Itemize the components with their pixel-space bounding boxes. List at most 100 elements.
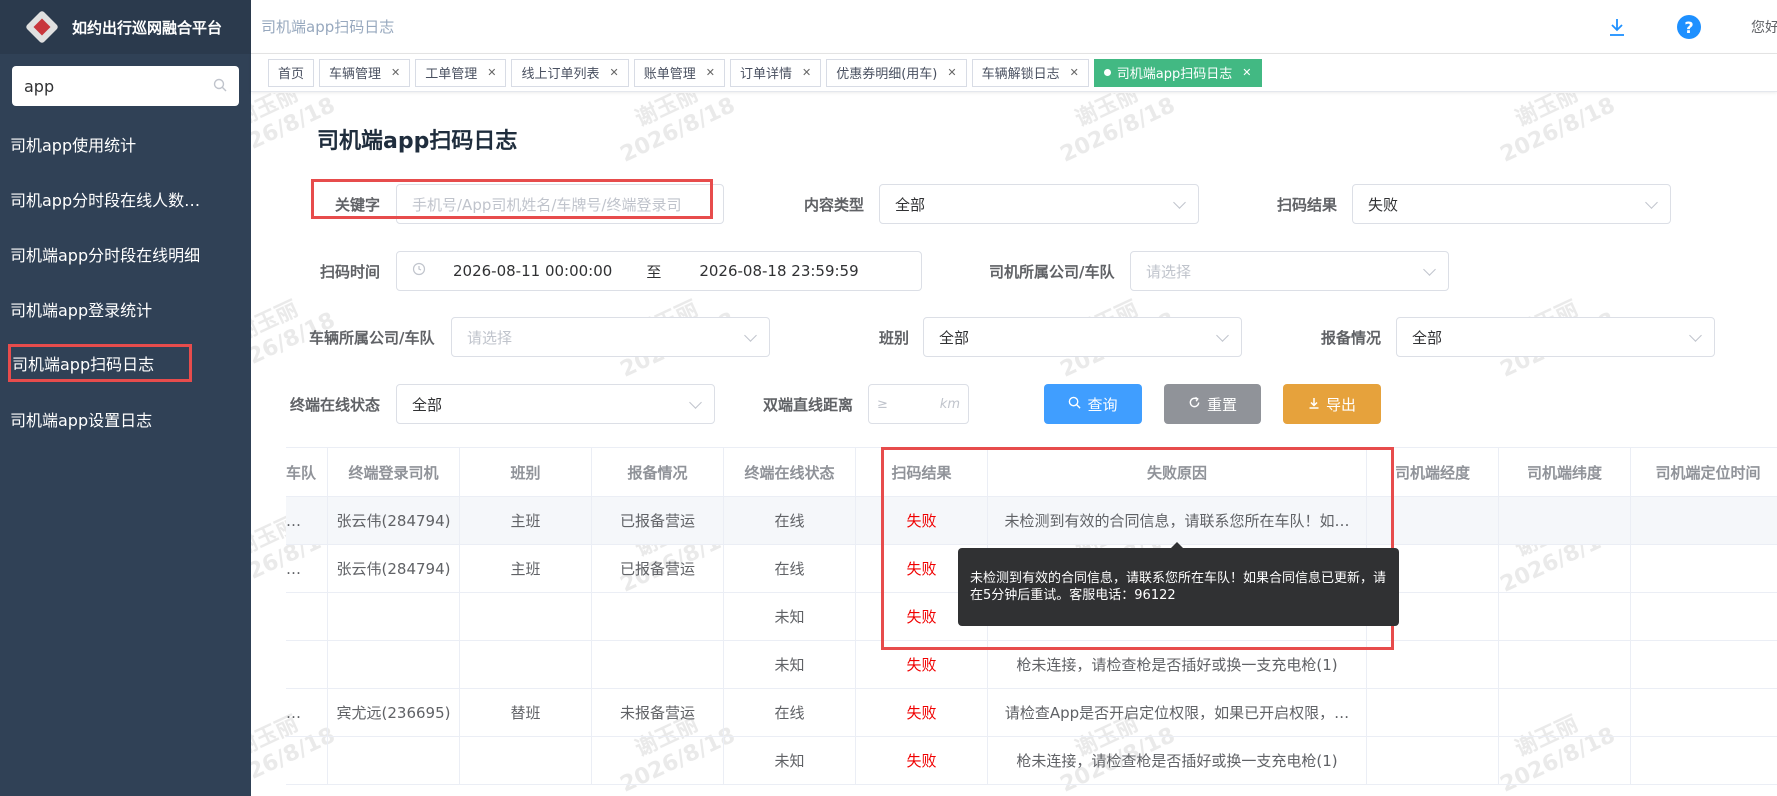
select-value: 失败 [1368, 195, 1399, 214]
tab-bills[interactable]: 账单管理 ✕ [633, 58, 725, 87]
menu-search-input[interactable] [24, 76, 194, 96]
help-icon[interactable]: ? [1677, 15, 1701, 39]
page-title: 司机端app扫码日志 [317, 129, 518, 154]
query-label: 查询 [1087, 395, 1118, 414]
table-cell [286, 641, 328, 688]
shift-select[interactable]: 全部 [923, 317, 1242, 357]
report-select[interactable]: 全部 [1396, 317, 1715, 357]
menu-item-login-stats[interactable]: 司机端app登录统计 [0, 281, 251, 336]
table-cell: 已报备营运 [592, 497, 724, 544]
tab-vehicle[interactable]: 车辆管理 ✕ [319, 58, 411, 87]
table-cell: 未知 [724, 641, 856, 688]
table-cell [1499, 545, 1631, 592]
close-icon[interactable]: ✕ [802, 66, 811, 79]
brand-title: 如约出行巡网融合平台 [72, 18, 223, 37]
vehicle-company-select[interactable]: 请选择 [451, 317, 770, 357]
table-cell [592, 737, 724, 784]
table-cell [328, 593, 460, 640]
table-cell: 失败 [856, 737, 988, 784]
query-button[interactable]: 查询 [1044, 384, 1142, 424]
tooltip-arrow [1171, 542, 1183, 548]
chevron-down-icon [1689, 329, 1702, 342]
tab-unlock-log[interactable]: 车辆解锁日志 ✕ [971, 58, 1089, 87]
column-header: 终端登录司机 [328, 448, 460, 496]
table-row[interactable]: … 宾尤远(236695) 替班 未报备营运 在线 失败 请检查App是否开启定位权限，如果… [286, 689, 1777, 737]
export-button[interactable]: 导出 [1283, 384, 1381, 424]
driver-company-select[interactable]: 请选择 [1130, 251, 1449, 291]
table-cell [1499, 593, 1631, 640]
chevron-down-icon [689, 396, 702, 409]
close-icon[interactable]: ✕ [706, 66, 715, 79]
close-icon[interactable]: ✕ [1070, 66, 1079, 79]
menu-item-online-count[interactable]: 司机app分时段在线人数… [0, 171, 251, 226]
terminal-status-select[interactable]: 全部 [396, 384, 715, 424]
scan-result-select[interactable]: 失败 [1352, 184, 1671, 224]
table-cell: 未知 [724, 593, 856, 640]
header-actions: ? 您好 [1607, 0, 1777, 54]
table-row[interactable]: 未知 失败 枪未连接，请检查枪是否插好或换一支充电枪(1) [286, 737, 1777, 785]
table-cell[interactable]: 枪未连接，请检查枪是否插好或换一支充电枪(1) [988, 737, 1367, 784]
range-start[interactable]: 2026-08-11 00:00:00 [453, 262, 612, 280]
table-cell: … [286, 497, 328, 544]
column-header: 终端在线状态 [724, 448, 856, 496]
select-value: 全部 [939, 328, 970, 347]
tab-label: 订单详情 [739, 67, 792, 82]
table-cell [1367, 689, 1499, 736]
table-cell: 失败 [856, 689, 988, 736]
table-cell [1631, 737, 1777, 784]
table-cell [1367, 737, 1499, 784]
menu-item-label: 司机app分时段在线人数… [10, 190, 201, 210]
menu-item-label: 司机app使用统计 [10, 135, 137, 155]
column-header: 车队 [286, 448, 328, 496]
report-label: 报备情况 [1321, 329, 1382, 347]
table-cell [460, 737, 592, 784]
content-type-select[interactable]: 全部 [879, 184, 1199, 224]
search-icon [1068, 395, 1082, 413]
table-cell [1499, 689, 1631, 736]
menu-search[interactable] [12, 66, 239, 106]
tab-workorder[interactable]: 工单管理 ✕ [415, 58, 507, 87]
table-cell[interactable]: 请检查App是否开启定位权限，如果已开启权限，… [988, 689, 1367, 736]
table-cell: … [286, 545, 328, 592]
range-end[interactable]: 2026-08-18 23:59:59 [699, 262, 858, 280]
table-cell: 未报备营运 [592, 689, 724, 736]
close-icon[interactable]: ✕ [610, 66, 619, 79]
watermark: 谢玉丽2026/8/18 [616, 93, 740, 168]
watermark: 谢玉丽2026/8/18 [1056, 93, 1180, 168]
user-greeting[interactable]: 您好 [1751, 17, 1777, 37]
menu-item-app-usage[interactable]: 司机app使用统计 [0, 116, 251, 171]
menu-item-online-detail[interactable]: 司机端app分时段在线明细 [0, 226, 251, 281]
tab-coupon[interactable]: 优惠券明细(用车) ✕ [826, 58, 967, 87]
menu-item-label: 司机端app分时段在线明细 [10, 245, 201, 265]
download-icon[interactable] [1607, 17, 1627, 37]
close-icon[interactable]: ✕ [1242, 66, 1251, 79]
table-cell: 张云伟(284794) [328, 497, 460, 544]
distance-input[interactable]: ≥ km [868, 384, 969, 424]
tab-order-detail[interactable]: 订单详情 ✕ [729, 58, 822, 87]
tab-home[interactable]: 首页 [268, 58, 315, 87]
scan-time-range[interactable]: 2026-08-11 00:00:00 至 2026-08-18 23:59:5… [396, 251, 922, 291]
tab-online-orders[interactable]: 线上订单列表 ✕ [511, 58, 629, 87]
menu-item-scan-log[interactable]: 司机端app扫码日志 [8, 344, 192, 382]
column-header: 报备情况 [592, 448, 724, 496]
close-icon[interactable]: ✕ [487, 66, 496, 79]
search-icon[interactable] [213, 77, 227, 96]
table-cell [1631, 545, 1777, 592]
tab-label: 账单管理 [643, 67, 696, 82]
close-icon[interactable]: ✕ [947, 66, 956, 79]
tab-scan-log[interactable]: 司机端app扫码日志 ✕ [1093, 58, 1262, 87]
sidebar-menu: 司机app使用统计 司机app分时段在线人数… 司机端app分时段在线明细 司机… [0, 116, 251, 446]
table-cell: 替班 [460, 689, 592, 736]
scan-time-label: 扫码时间 [320, 263, 381, 281]
select-value: 全部 [895, 195, 926, 214]
content-type-label: 内容类型 [804, 196, 865, 214]
shift-label: 班别 [879, 329, 910, 347]
close-icon[interactable]: ✕ [391, 66, 400, 79]
reset-button[interactable]: 重置 [1164, 384, 1261, 424]
brand: 如约出行巡网融合平台 [0, 0, 251, 54]
table-cell [328, 641, 460, 688]
scan-result-label: 扫码结果 [1277, 196, 1338, 214]
table-cell: 在线 [724, 545, 856, 592]
menu-item-settings-log[interactable]: 司机端app设置日志 [0, 391, 251, 446]
column-header: 司机端定位时间 [1631, 448, 1777, 496]
